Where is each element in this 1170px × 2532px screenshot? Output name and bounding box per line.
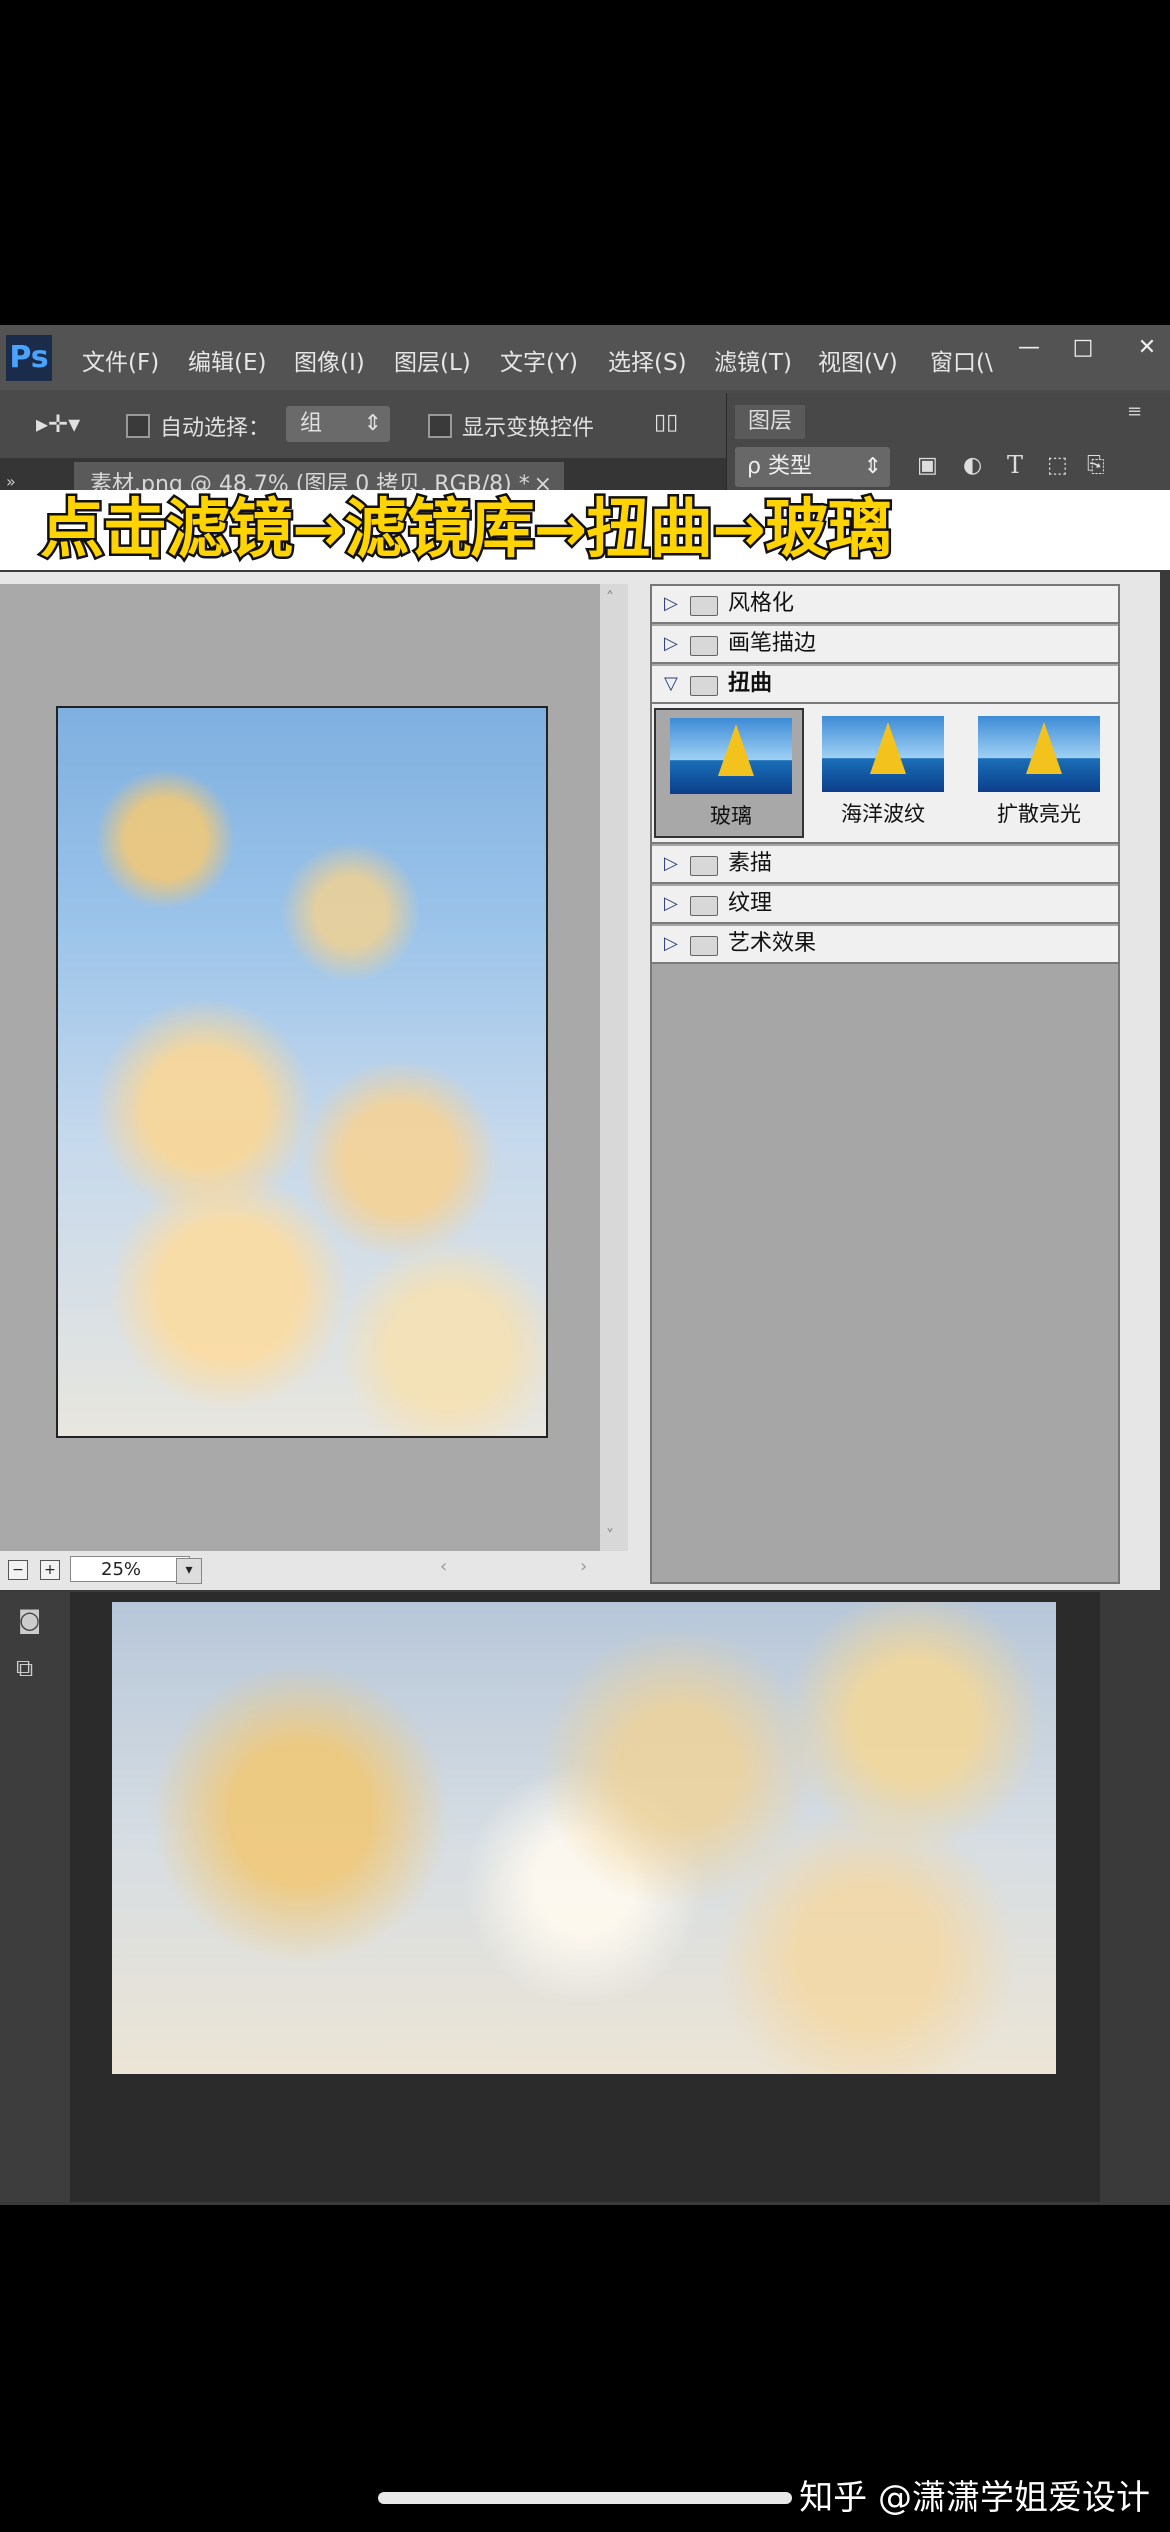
align-icon[interactable]: ▯▯: [654, 410, 678, 435]
expand-triangle-icon: ▷: [664, 633, 678, 654]
filter-list: ▷ 风格化 ▷ 画笔描边 ▽ 扭曲 玻璃 海洋波纹 扩散亮光 ▷ 素描 ▷ 纹理…: [650, 584, 1120, 1584]
expand-triangle-icon: ▷: [664, 893, 678, 914]
chevron-updown-icon: ⇕: [363, 411, 382, 436]
show-transform-label: 显示变换控件: [462, 416, 595, 441]
filter-thumbnail: [670, 718, 792, 794]
close-button[interactable]: ✕: [1124, 331, 1170, 365]
adjustment-filter-icon[interactable]: ◐: [963, 453, 982, 478]
category-brush-strokes[interactable]: ▷ 画笔描边: [652, 626, 1118, 664]
category-distort[interactable]: ▽ 扭曲: [652, 666, 1118, 704]
expand-triangle-icon: ▷: [664, 853, 678, 874]
filter-gallery-dialog: ˄ ˅ − + 25% ▾ ‹ › ▷ 风格化 ▷ 画笔描边 ▽ 扭曲 玻璃 海…: [0, 572, 1160, 1590]
maximize-button[interactable]: □: [1060, 331, 1106, 365]
zoom-in-icon[interactable]: +: [40, 1560, 60, 1580]
folder-icon: [690, 636, 718, 656]
collapse-triangle-icon: ▽: [664, 673, 678, 694]
auto-select-value: 组: [300, 411, 323, 436]
filter-thumbnail: [978, 716, 1100, 792]
folder-icon: [690, 896, 718, 916]
caption-text: 点击滤镜→滤镜库→扭曲→玻璃: [38, 491, 895, 570]
watermark: 知乎 @潇潇学姐爱设计: [799, 2478, 1150, 2518]
show-transform-checkbox[interactable]: [428, 414, 452, 438]
folder-icon: [690, 856, 718, 876]
filter-diffuse-glow[interactable]: 扩散亮光: [964, 708, 1114, 838]
menu-view[interactable]: 视图(V): [818, 343, 898, 377]
layer-kind-value: ρ 类型: [747, 454, 812, 479]
canvas-image: [112, 1602, 1056, 2074]
zoom-bar: − + 25% ▾ ‹ ›: [0, 1552, 600, 1588]
collapse-panel-icon[interactable]: »: [6, 472, 16, 491]
zoom-out-icon[interactable]: −: [8, 1560, 28, 1580]
minimize-button[interactable]: —: [1006, 331, 1052, 365]
menu-layer[interactable]: 图层(L): [394, 343, 471, 377]
filter-ocean-ripple[interactable]: 海洋波纹: [808, 708, 958, 838]
expand-triangle-icon: ▷: [664, 933, 678, 954]
right-panel-strip: [1100, 1592, 1170, 2202]
menu-type[interactable]: 文字(Y): [500, 343, 578, 377]
canvas-area: ◙ ⧉: [0, 1592, 1170, 2202]
folder-icon: [690, 596, 718, 616]
chevron-up-icon[interactable]: ˄: [606, 588, 614, 607]
preview-scrollbar[interactable]: ˄ ˅: [600, 584, 628, 1551]
menu-bar: Ps 文件(F) 编辑(E) 图像(I) 图层(L) 文字(Y) 选择(S) 滤…: [0, 325, 1170, 390]
menu-image[interactable]: 图像(I): [294, 343, 365, 377]
category-artistic[interactable]: ▷ 艺术效果: [652, 926, 1118, 964]
category-label: 风格化: [728, 591, 795, 616]
zoom-select[interactable]: 25%: [70, 1556, 190, 1582]
image-filter-icon[interactable]: ▣: [917, 453, 938, 478]
quick-mask-icon[interactable]: ◙: [18, 1606, 41, 1634]
category-sketch[interactable]: ▷ 素描: [652, 846, 1118, 884]
panel-menu-icon[interactable]: ≡: [1127, 401, 1142, 422]
category-label: 艺术效果: [728, 931, 817, 956]
tool-strip: ◙ ⧉: [0, 1592, 70, 2202]
filter-glass[interactable]: 玻璃: [654, 708, 804, 838]
filter-label: 玻璃: [710, 804, 752, 828]
home-indicator[interactable]: [378, 2492, 792, 2504]
filter-label: 扩散亮光: [997, 802, 1081, 826]
move-tool-icon[interactable]: ▸✛▾: [36, 410, 80, 438]
category-label: 画笔描边: [728, 631, 817, 656]
distort-filter-thumbnails: 玻璃 海洋波纹 扩散亮光: [652, 704, 1118, 844]
category-stylize[interactable]: ▷ 风格化: [652, 586, 1118, 624]
preview-image: [56, 706, 548, 1438]
filter-label: 海洋波纹: [841, 802, 925, 826]
auto-select-label: 自动选择：: [160, 416, 271, 441]
preview-hscrollbar[interactable]: ‹ ›: [430, 1556, 600, 1582]
category-label: 素描: [728, 851, 773, 876]
category-texture[interactable]: ▷ 纹理: [652, 886, 1118, 924]
folder-icon: [690, 936, 718, 956]
chevron-right-icon[interactable]: ›: [580, 1556, 587, 1577]
smart-object-filter-icon[interactable]: ⎘: [1087, 453, 1105, 478]
category-label: 纹理: [728, 891, 773, 916]
zoom-value: 25%: [101, 1559, 142, 1580]
chevron-left-icon[interactable]: ‹: [440, 1556, 447, 1577]
chevron-updown-icon: ⇕: [863, 454, 882, 479]
open-folder-icon: [690, 676, 718, 696]
ps-logo: Ps: [6, 335, 52, 381]
screen-mode-icon[interactable]: ⧉: [16, 1654, 33, 1682]
chevron-down-icon[interactable]: ˅: [606, 1526, 614, 1545]
expand-triangle-icon: ▷: [664, 593, 678, 614]
auto-select-dropdown[interactable]: 组 ⇕: [286, 406, 390, 442]
layers-tab[interactable]: 图层: [735, 405, 805, 439]
chevron-down-icon[interactable]: ▾: [176, 1558, 202, 1584]
menu-filter[interactable]: 滤镜(T): [714, 343, 792, 377]
menu-window[interactable]: 窗口(\: [930, 343, 993, 377]
caption-banner: 玻璃 点击滤镜→滤镜库→扭曲→玻璃: [0, 490, 1170, 1038]
filter-thumbnail: [822, 716, 944, 792]
type-filter-icon[interactable]: T: [1007, 451, 1023, 479]
menu-select[interactable]: 选择(S): [608, 343, 687, 377]
category-label: 扭曲: [728, 671, 773, 696]
auto-select-checkbox[interactable]: [126, 414, 150, 438]
preview-area: [0, 584, 600, 1551]
shape-filter-icon[interactable]: ⬚: [1047, 453, 1068, 478]
menu-file[interactable]: 文件(F): [82, 343, 159, 377]
layer-kind-filter[interactable]: ρ 类型 ⇕: [735, 447, 890, 487]
menu-edit[interactable]: 编辑(E): [188, 343, 266, 377]
